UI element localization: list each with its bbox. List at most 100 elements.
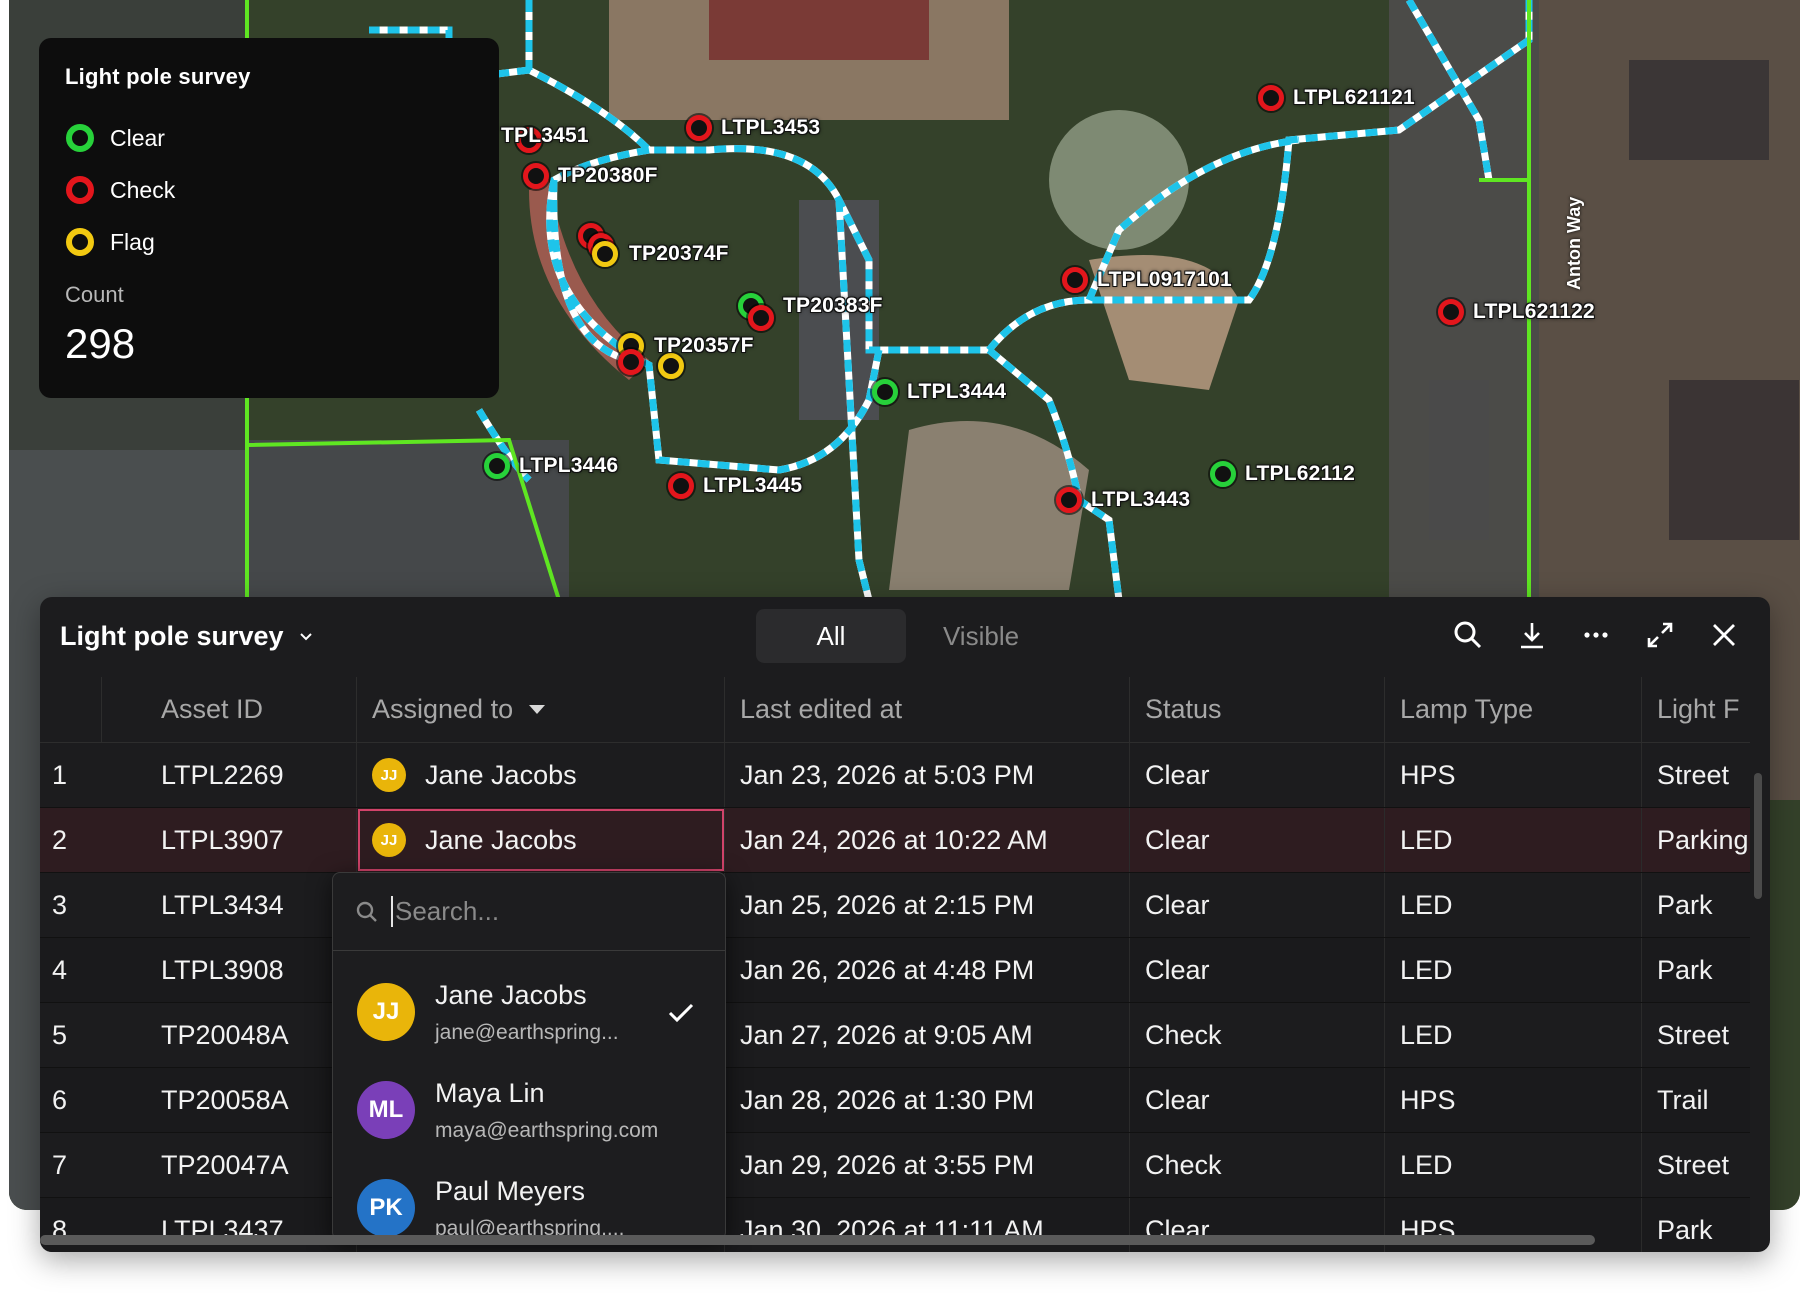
map-marker[interactable] [523,163,549,189]
map-marker[interactable] [872,379,898,405]
map-pole-label: LTPL62112 [1245,462,1355,485]
tab-all[interactable]: All [756,609,906,663]
light-function-cell[interactable]: Park [1642,873,1750,937]
table-row-selected[interactable]: 2 LTPL3907 JJ Jane Jacobs Jan 24, 2026 a… [40,808,1750,873]
map-marker[interactable] [1210,461,1236,487]
lamp-type-cell[interactable]: LED [1385,873,1642,937]
column-header-lamp-type[interactable]: Lamp Type [1385,677,1642,742]
row-index: 7 [52,1149,68,1180]
asset-id-cell[interactable]: TP20058A [102,1068,357,1132]
attribute-table: Asset ID Assigned to Last edited at Stat… [40,677,1750,1252]
avatar: JJ [372,758,406,792]
last-edited-cell[interactable]: Jan 25, 2026 at 2:15 PM [725,873,1130,937]
option-email: maya@earthspring.com [435,1118,659,1142]
count-label: Count [65,282,124,307]
map-pole-label: TPL3451 [501,124,589,147]
search-icon [1454,621,1482,649]
status-cell[interactable]: Clear [1130,873,1385,937]
lamp-type-cell[interactable]: LED [1385,1133,1642,1197]
lamp-type-cell[interactable]: LED [1385,938,1642,1002]
assigned-to-cell-active[interactable]: JJ Jane Jacobs [357,808,725,872]
assigned-to-cell[interactable]: JJ Jane Jacobs [357,743,725,807]
last-edited-cell[interactable]: Jan 24, 2026 at 10:22 AM [725,808,1130,872]
asset-id-cell[interactable]: TP20048A [102,1003,357,1067]
table-row[interactable]: 4 LTPL3908 Jan 26, 2026 at 4:48 PM Clear… [40,938,1750,1003]
last-edited-cell[interactable]: Jan 23, 2026 at 5:03 PM [725,743,1130,807]
light-function-cell[interactable]: Parking [1642,808,1750,872]
asset-id-cell[interactable]: LTPL3907 [102,808,357,872]
table-row[interactable]: 6 TP20058A Jan 28, 2026 at 1:30 PM Clear… [40,1068,1750,1133]
column-header-assigned-to[interactable]: Assigned to [357,677,725,742]
last-edited-cell[interactable]: Jan 27, 2026 at 9:05 AM [725,1003,1130,1067]
map-pole-label: LTPL3443 [1091,488,1191,511]
row-index: 4 [52,954,68,985]
legend-title: Light pole survey [65,64,251,89]
status-cell[interactable]: Clear [1130,743,1385,807]
map-marker[interactable] [1056,487,1082,513]
assignee-search-input[interactable] [391,896,691,927]
lamp-type-cell[interactable]: HPS [1385,743,1642,807]
map-marker[interactable] [484,453,510,479]
asset-id-cell[interactable]: LTPL3908 [102,938,357,1002]
asset-id-cell[interactable]: LTPL3434 [102,873,357,937]
assignee-option-paul-meyers[interactable]: PK Paul Meyers paul@earthspring.... [333,1159,725,1239]
legend-item-label: Clear [110,124,165,151]
map-pole-label: TP20380F [558,164,658,187]
status-cell[interactable]: Check [1130,1133,1385,1197]
table-row[interactable]: 1 LTPL2269 JJ Jane Jacobs Jan 23, 2026 a… [40,743,1750,808]
assignee-option-list: JJ Jane Jacobs jane@earthspring... ML Ma… [333,951,725,1239]
light-function-cell[interactable]: Trail [1642,1068,1750,1132]
dropdown-search [333,873,725,951]
more-button[interactable] [1580,617,1612,653]
column-header-light-function[interactable]: Light F [1642,677,1750,742]
light-function-cell[interactable]: Street [1642,1003,1750,1067]
status-cell[interactable]: Clear [1130,1068,1385,1132]
assignee-option-maya-lin[interactable]: ML Maya Lin maya@earthspring.com [333,1061,725,1159]
status-cell[interactable]: Clear [1130,808,1385,872]
expand-button[interactable] [1644,617,1676,653]
map-marker[interactable] [1258,85,1284,111]
lamp-type-cell[interactable]: LED [1385,808,1642,872]
map-marker[interactable] [748,305,774,331]
status-cell[interactable]: Clear [1130,938,1385,1002]
tab-visible[interactable]: Visible [906,609,1056,663]
map-marker[interactable] [618,349,644,375]
horizontal-scrollbar[interactable] [40,1235,1595,1245]
asset-id-cell[interactable]: TP20047A [102,1133,357,1197]
last-edited-cell[interactable]: Jan 26, 2026 at 4:48 PM [725,938,1130,1002]
light-function-cell[interactable]: Park [1642,1198,1750,1252]
map-marker[interactable] [668,473,694,499]
more-icon [1584,632,1608,638]
close-button[interactable] [1708,617,1740,653]
assignee-option-jane-jacobs[interactable]: JJ Jane Jacobs jane@earthspring... [333,963,725,1061]
light-function-cell[interactable]: Park [1642,938,1750,1002]
search-button[interactable] [1452,617,1484,653]
table-row[interactable]: 3 LTPL3434 Jan 25, 2026 at 2:15 PM Clear… [40,873,1750,938]
last-edited-cell[interactable]: Jan 28, 2026 at 1:30 PM [725,1068,1130,1132]
panel-toolbar [1452,617,1740,653]
map-pole-label: TP20374F [629,242,729,265]
layer-selector[interactable]: Light pole survey [60,621,314,652]
status-cell[interactable]: Check [1130,1003,1385,1067]
search-icon [356,901,377,922]
row-index: 2 [52,824,68,855]
light-function-cell[interactable]: Street [1642,1133,1750,1197]
asset-id-cell[interactable]: LTPL2269 [102,743,357,807]
column-header-status[interactable]: Status [1130,677,1385,742]
table-row[interactable]: 5 TP20048A Jan 27, 2026 at 9:05 AM Check… [40,1003,1750,1068]
lamp-type-cell[interactable]: HPS [1385,1068,1642,1132]
map-marker[interactable] [1062,267,1088,293]
avatar: PK [357,1179,415,1237]
lamp-type-cell[interactable]: LED [1385,1003,1642,1067]
map-marker[interactable] [686,115,712,141]
light-function-cell[interactable]: Street [1642,743,1750,807]
avatar: ML [357,1081,415,1139]
last-edited-cell[interactable]: Jan 29, 2026 at 3:55 PM [725,1133,1130,1197]
table-row[interactable]: 7 TP20047A Jan 29, 2026 at 3:55 PM Check… [40,1133,1750,1198]
map-marker[interactable] [1438,299,1464,325]
column-header-asset-id[interactable]: Asset ID [102,677,357,742]
vertical-scrollbar[interactable] [1754,773,1762,899]
download-button[interactable] [1516,617,1548,653]
map-marker[interactable] [592,241,618,267]
column-header-last-edited[interactable]: Last edited at [725,677,1130,742]
